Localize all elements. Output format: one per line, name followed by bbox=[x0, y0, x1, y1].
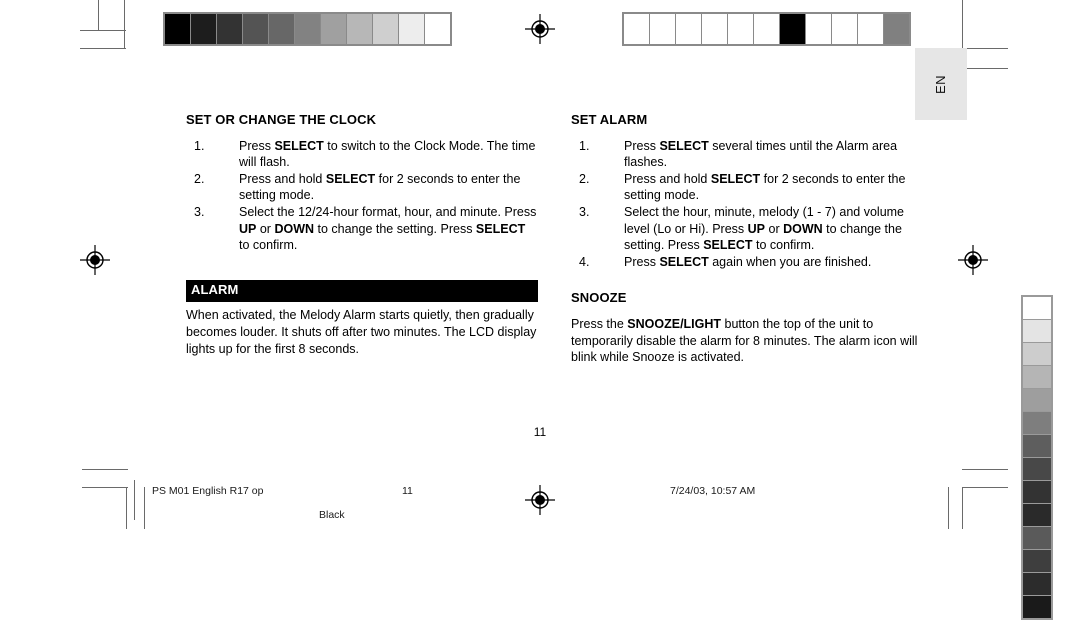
grayscale-step-wedge-right bbox=[1021, 295, 1053, 620]
registration-patch-swatch bbox=[702, 14, 727, 44]
language-tab-en: EN bbox=[915, 48, 967, 120]
registration-patch-swatch bbox=[858, 14, 883, 44]
section-title-set-alarm: SET ALARM bbox=[571, 112, 648, 127]
footer-plate-name: Black bbox=[319, 509, 345, 521]
registration-mark-left-center bbox=[80, 245, 110, 275]
grayscale-step-wedge-top-left bbox=[163, 12, 452, 46]
grayscale-vertical-swatch bbox=[1023, 550, 1051, 572]
registration-patch-swatch bbox=[754, 14, 779, 44]
grayscale-vertical-swatch bbox=[1023, 389, 1051, 411]
registration-patch-swatch bbox=[884, 14, 909, 44]
crop-mark-top-right-horizontal bbox=[962, 48, 1008, 49]
registration-mark-top-center bbox=[525, 14, 555, 44]
footer-timestamp: 7/24/03, 10:57 AM bbox=[670, 485, 756, 497]
registration-patch-swatch bbox=[624, 14, 649, 44]
step-number: 1. bbox=[579, 138, 590, 153]
grayscale-vertical-swatch bbox=[1023, 320, 1051, 342]
step-text: Press SELECT several times until the Ala… bbox=[624, 138, 898, 170]
grayscale-vertical-swatch bbox=[1023, 366, 1051, 388]
steps-list-set-alarm: 1. Press SELECT several times until the … bbox=[571, 138, 923, 271]
list-item: 1. Press SELECT several times until the … bbox=[571, 138, 923, 171]
step-text: Press SELECT again when you are finished… bbox=[624, 254, 872, 269]
registration-mark-right-center bbox=[958, 245, 988, 275]
step-number: 2. bbox=[194, 171, 205, 186]
crop-mark-bottom-right-horizontal bbox=[962, 487, 1008, 488]
grayscale-swatch bbox=[399, 14, 424, 44]
crop-mark-bottom-left-horizontal bbox=[82, 487, 128, 488]
language-tab-label: EN bbox=[933, 74, 949, 94]
registration-patch-swatch bbox=[650, 14, 675, 44]
step-text: Press and hold SELECT for 2 seconds to e… bbox=[239, 171, 521, 203]
grayscale-vertical-swatch bbox=[1023, 481, 1051, 503]
grayscale-vertical-swatch bbox=[1023, 573, 1051, 595]
grayscale-vertical-swatch bbox=[1023, 504, 1051, 526]
crop-mark-top-left-outer-horizontal bbox=[80, 30, 126, 31]
step-text: Press SELECT to switch to the Clock Mode… bbox=[239, 138, 536, 170]
step-text: Press and hold SELECT for 2 seconds to e… bbox=[624, 171, 906, 203]
grayscale-swatch bbox=[243, 14, 268, 44]
grayscale-vertical-swatch bbox=[1023, 596, 1051, 618]
section-title-alarm: ALARM bbox=[186, 279, 538, 303]
crop-mark-top-left-horizontal bbox=[80, 48, 126, 49]
grayscale-swatch bbox=[321, 14, 346, 44]
registration-patch-swatch bbox=[806, 14, 831, 44]
step-number: 1. bbox=[194, 138, 205, 153]
registration-patch-swatch bbox=[676, 14, 701, 44]
footer-page-number: 11 bbox=[402, 485, 413, 497]
steps-list-set-or-change-the-clock: 1. Press SELECT to switch to the Clock M… bbox=[186, 138, 538, 254]
crop-mark-bottom-right-outer-horizontal bbox=[962, 469, 1008, 470]
list-item: 3. Select the 12/24-hour format, hour, a… bbox=[186, 204, 538, 254]
section-title-snooze: SNOOZE bbox=[571, 290, 627, 306]
step-text: Select the hour, minute, melody (1 - 7) … bbox=[624, 204, 905, 253]
step-number: 3. bbox=[194, 204, 205, 219]
crop-mark-bottom-right-vertical bbox=[962, 487, 963, 529]
list-item: 3. Select the hour, minute, melody (1 - … bbox=[571, 204, 923, 254]
crop-mark-top-right-vertical bbox=[962, 0, 963, 48]
grayscale-swatch bbox=[165, 14, 190, 44]
crop-mark-bottom-left-vertical bbox=[126, 487, 127, 529]
grayscale-vertical-swatch bbox=[1023, 297, 1051, 319]
list-item: 2. Press and hold SELECT for 2 seconds t… bbox=[186, 171, 538, 204]
grayscale-swatch bbox=[217, 14, 242, 44]
grayscale-vertical-swatch bbox=[1023, 343, 1051, 365]
crop-mark-bottom-left-inner-vertical bbox=[144, 487, 145, 529]
registration-patch-bar-top-right bbox=[622, 12, 911, 46]
crop-mark-top-right-outer-horizontal bbox=[962, 68, 1008, 69]
list-item: 1. Press SELECT to switch to the Clock M… bbox=[186, 138, 538, 171]
footer-left-rule bbox=[134, 480, 135, 520]
right-column: SET ALARM 1. Press SELECT several times … bbox=[571, 112, 923, 366]
section-title-set-or-change-the-clock: SET OR CHANGE THE CLOCK bbox=[186, 112, 377, 127]
grayscale-swatch bbox=[191, 14, 216, 44]
grayscale-vertical-swatch bbox=[1023, 527, 1051, 549]
registration-patch-swatch bbox=[780, 14, 805, 44]
footer-job-name: PS M01 English R17 op bbox=[152, 485, 264, 497]
crop-mark-top-left-inner-vertical bbox=[98, 0, 99, 30]
registration-patch-swatch bbox=[728, 14, 753, 44]
step-number: 2. bbox=[579, 171, 590, 186]
step-text: Select the 12/24-hour format, hour, and … bbox=[239, 204, 537, 253]
grayscale-swatch bbox=[295, 14, 320, 44]
registration-mark-bottom-center bbox=[525, 485, 555, 515]
section-body-snooze: Press the SNOOZE/LIGHT button the top of… bbox=[571, 316, 918, 365]
crop-mark-bottom-left-outer-horizontal bbox=[82, 469, 128, 470]
step-number: 3. bbox=[579, 204, 590, 219]
grayscale-swatch bbox=[425, 14, 450, 44]
list-item: 2. Press and hold SELECT for 2 seconds t… bbox=[571, 171, 923, 204]
left-column: SET OR CHANGE THE CLOCK 1. Press SELECT … bbox=[186, 112, 538, 357]
registration-patch-swatch bbox=[832, 14, 857, 44]
list-item: 4. Press SELECT again when you are finis… bbox=[571, 254, 923, 271]
step-number: 4. bbox=[579, 254, 590, 269]
grayscale-vertical-swatch bbox=[1023, 458, 1051, 480]
crop-mark-top-left-vertical bbox=[124, 0, 125, 48]
page-number: 11 bbox=[533, 425, 547, 439]
print-proof-page: EN SET OR CHANGE THE CLOCK 1. Press SELE… bbox=[0, 0, 1080, 620]
grayscale-swatch bbox=[269, 14, 294, 44]
grayscale-swatch bbox=[347, 14, 372, 44]
crop-mark-bottom-right-inner-vertical bbox=[948, 487, 949, 529]
grayscale-swatch bbox=[373, 14, 398, 44]
section-body-alarm: When activated, the Melody Alarm starts … bbox=[186, 308, 537, 356]
